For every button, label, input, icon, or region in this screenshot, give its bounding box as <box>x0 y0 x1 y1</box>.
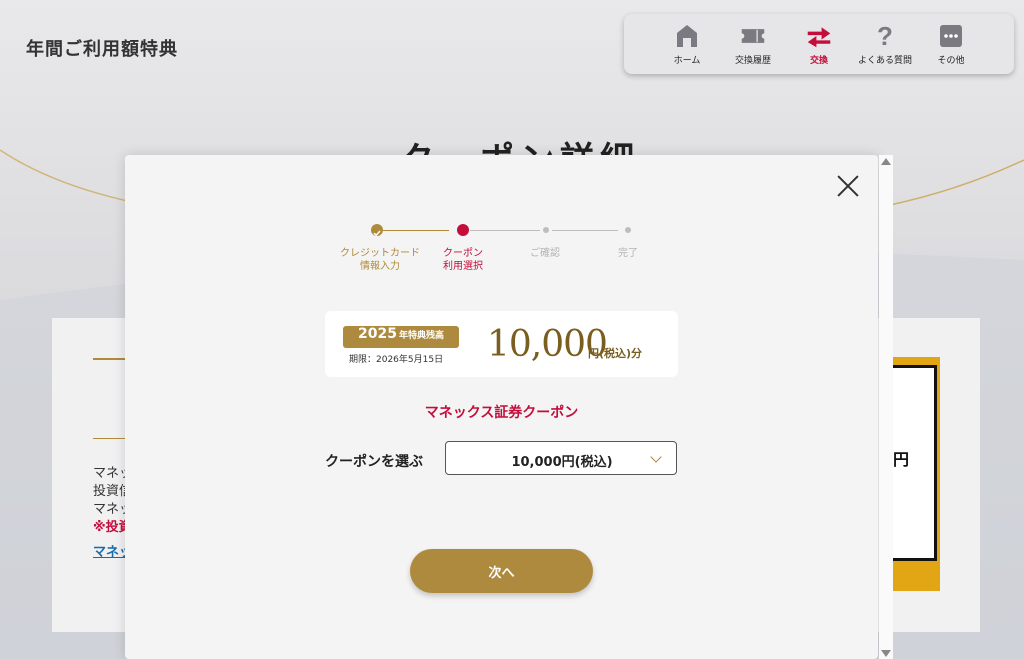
badge-text: 年特典残高 <box>398 331 444 341</box>
step-connector <box>383 230 449 231</box>
step-connector <box>470 230 540 231</box>
scroll-down-arrow[interactable] <box>881 650 891 657</box>
balance-amount-suffix: 円(税込)分 <box>588 347 643 360</box>
next-button[interactable]: 次へ <box>410 549 593 593</box>
scroll-up-arrow[interactable] <box>881 158 891 165</box>
step-label: 完了 <box>618 248 638 259</box>
coupon-select[interactable]: 10,000円(税込) <box>445 441 677 475</box>
badge-year: 2025 <box>358 326 397 342</box>
coupon-select-value: 10,000円(税込) <box>511 455 613 470</box>
step-pending-dot <box>543 227 549 233</box>
step-current-dot <box>457 224 469 236</box>
step-pending-dot <box>625 227 631 233</box>
select-label: クーポンを選ぶ <box>325 454 423 470</box>
coupon-name: マネックス証券クーポン <box>424 405 579 421</box>
year-badge: 2025 年特典残高 <box>343 326 459 348</box>
close-button[interactable] <box>835 173 861 199</box>
expiry-date: 期限：2026年5月15日 <box>349 355 444 365</box>
step-connector <box>552 230 618 231</box>
step-done-icon <box>371 224 383 237</box>
